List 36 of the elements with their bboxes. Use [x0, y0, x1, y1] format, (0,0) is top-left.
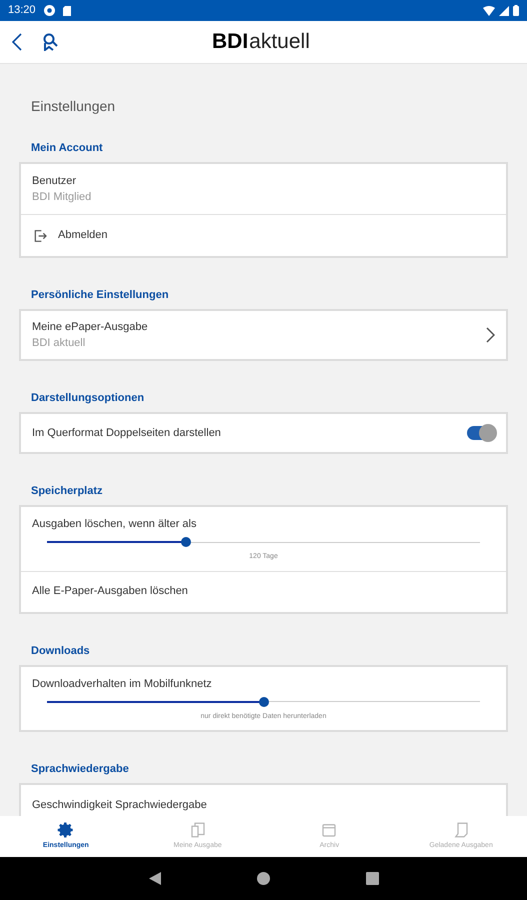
setting-label[interactable]: Geschwindigkeit Sprachwiedergabe [32, 797, 207, 814]
epaper-edition-item[interactable]: Meine ePaper-Ausgabe BDI aktuell [21, 311, 506, 359]
wifi-icon [483, 6, 495, 16]
sd-card-icon [62, 6, 71, 16]
section-heading: Persönliche Einstellungen [31, 288, 170, 302]
app-logo: BDIaktuell [212, 30, 310, 54]
page-title: Einstellungen [31, 97, 116, 115]
section-heading: Speicherplatz [31, 484, 104, 498]
recents-nav-icon[interactable] [366, 872, 378, 885]
page-icon [452, 821, 470, 840]
home-nav-icon[interactable] [256, 872, 270, 885]
logout-icon [32, 228, 48, 244]
settings-icon [56, 821, 75, 840]
setting-label: Ausgaben löschen, wenn älter als [32, 517, 198, 532]
notification-icon [44, 5, 55, 16]
section-heading: Sprachwiedergabe [31, 762, 130, 776]
back-nav-icon[interactable] [148, 872, 160, 885]
badge-icon[interactable] [42, 33, 58, 51]
setting-label: Downloadverhalten im Mobilfunknetz [32, 676, 213, 692]
section-heading: Mein Account [31, 141, 104, 155]
setting-label: Benutzer [32, 174, 78, 189]
setting-label: Im Querformat Doppelseiten darstellen [32, 426, 221, 441]
section-heading: Darstellungsoptionen [31, 391, 146, 405]
setting-value: BDI Mitglied [32, 190, 92, 205]
calendar-icon [320, 821, 338, 840]
signal-icon [499, 6, 509, 16]
toggle-switch[interactable] [467, 426, 495, 440]
slider-thumb[interactable] [180, 537, 191, 547]
battery-icon [513, 5, 519, 16]
logout-button[interactable]: Abmelden [21, 214, 506, 256]
chevron-right-icon [485, 327, 495, 343]
slider-thumb[interactable] [258, 696, 268, 706]
setting-label[interactable]: Alle E-Paper-Ausgaben löschen [32, 583, 188, 600]
pages-icon [188, 821, 207, 840]
section-heading: Downloads [31, 644, 91, 658]
status-time: 13:20 [8, 3, 36, 18]
